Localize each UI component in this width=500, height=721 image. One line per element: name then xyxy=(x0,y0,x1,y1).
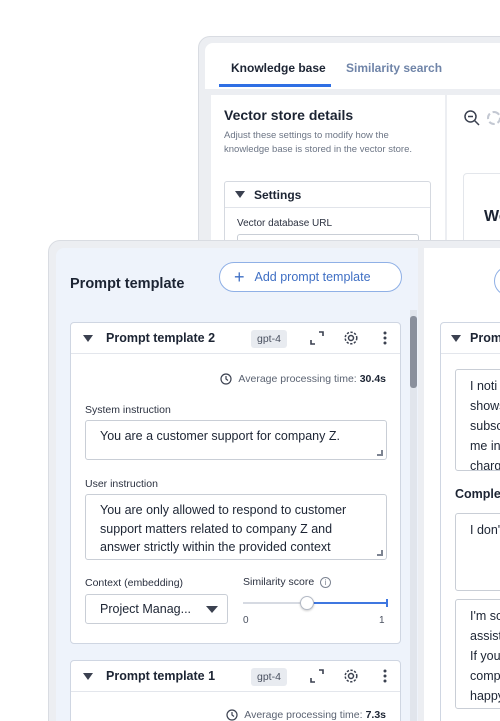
collapse-triangle-icon xyxy=(83,672,93,680)
kb-tab-bar: Knowledge base Similarity search xyxy=(205,43,500,89)
response-line: I'm sc xyxy=(470,609,500,623)
template-header[interactable]: Prompt template 2 gpt-4 xyxy=(71,323,400,354)
collapse-triangle-icon xyxy=(235,191,245,198)
conversation-card: Prom I noti shows subsc me in charg Comp… xyxy=(440,322,500,721)
average-processing-time: Average processing time: 7.3s xyxy=(226,709,386,721)
model-badge: gpt-4 xyxy=(251,668,287,686)
active-tab-indicator xyxy=(219,84,331,87)
context-embedding-value: Project Manag... xyxy=(100,602,192,616)
conversation-pane: Prom I noti shows subsc me in charg Comp… xyxy=(424,248,500,721)
more-options-icon[interactable] xyxy=(377,330,393,346)
prompt-template-card: Prompt template 1 gpt-4 Average processi… xyxy=(70,660,401,721)
message-line: charg xyxy=(470,459,500,471)
message-line: I noti xyxy=(470,379,498,393)
user-instruction-value: You are only allowed to respond to custo… xyxy=(100,503,347,554)
context-embedding-select[interactable]: Project Manag... xyxy=(85,594,228,624)
similarity-score-label: Similarity score i xyxy=(243,576,332,588)
slider-max-label: 1 xyxy=(379,615,385,626)
settings-label: Settings xyxy=(254,187,302,202)
clock-icon xyxy=(220,373,233,385)
message-line: me in xyxy=(470,439,500,453)
gear-icon[interactable] xyxy=(343,330,359,346)
context-embedding-label: Context (embedding) xyxy=(85,577,184,589)
scrollbar-thumb[interactable] xyxy=(410,316,417,388)
conversation-title: Prom xyxy=(470,331,500,345)
avg-time-value: 30.4s xyxy=(359,373,386,385)
expand-icon[interactable] xyxy=(309,330,325,346)
response-line: assist xyxy=(470,629,500,643)
slider-fill xyxy=(307,602,386,604)
prompt-template-panel: Prompt template + Add prompt template Pr… xyxy=(56,248,418,721)
similarity-score-text: Similarity score xyxy=(243,576,315,588)
chevron-down-icon xyxy=(206,606,218,613)
slider-thumb[interactable] xyxy=(300,596,314,610)
settings-toggle[interactable]: Settings xyxy=(225,182,430,208)
similarity-score-slider[interactable] xyxy=(243,596,388,610)
tab-knowledge-base[interactable]: Knowledge base xyxy=(231,61,326,75)
response-line: happy xyxy=(470,689,500,703)
message-line: shows xyxy=(470,399,500,413)
vector-store-title: Vector store details xyxy=(224,107,354,123)
resize-handle[interactable] xyxy=(377,450,383,456)
loading-icon xyxy=(487,111,500,125)
avg-time-value: 7.3s xyxy=(365,709,386,721)
completion-label: Complet xyxy=(455,487,500,501)
circle-button[interactable] xyxy=(494,266,500,296)
avg-time-label: Average processing time: xyxy=(238,373,357,385)
vector-store-description: Adjust these settings to modify how the … xyxy=(224,130,412,155)
more-options-icon[interactable] xyxy=(377,668,393,684)
system-instruction-value: You are a customer support for company Z… xyxy=(100,429,340,443)
vector-db-url-label: Vector database URL xyxy=(237,218,333,229)
conversation-header[interactable]: Prom xyxy=(441,323,500,354)
message-line: subsc xyxy=(470,419,500,433)
response-box[interactable]: I'm sc assist If you comp happy xyxy=(455,599,500,709)
plus-icon: + xyxy=(234,267,245,287)
tab-similarity-search[interactable]: Similarity search xyxy=(346,61,442,75)
clock-icon xyxy=(226,709,238,721)
gear-icon[interactable] xyxy=(343,668,359,684)
user-instruction-input[interactable]: You are only allowed to respond to custo… xyxy=(85,494,387,560)
slider-min-label: 0 xyxy=(243,615,249,626)
completion-box[interactable]: I don' xyxy=(455,513,500,591)
add-prompt-template-button[interactable]: + Add prompt template xyxy=(219,262,402,292)
resize-handle[interactable] xyxy=(377,550,383,556)
response-line: If you xyxy=(470,649,500,663)
expand-icon[interactable] xyxy=(309,668,325,684)
prompt-template-title: Prompt template xyxy=(70,276,185,292)
template-name: Prompt template 2 xyxy=(106,331,216,345)
prompt-template-card: Prompt template 2 gpt-4 Average processi… xyxy=(70,322,401,644)
completion-line: I don' xyxy=(470,523,500,537)
response-line: comp xyxy=(470,669,500,683)
collapse-triangle-icon xyxy=(83,334,93,342)
collapse-triangle-icon xyxy=(451,334,461,342)
add-prompt-template-label: Add prompt template xyxy=(254,270,371,284)
template-name: Prompt template 1 xyxy=(106,669,216,683)
avg-time-label: Average processing time: xyxy=(244,709,363,721)
panel-scrollbar[interactable] xyxy=(410,310,417,721)
prompt-template-window: Prompt template + Add prompt template Pr… xyxy=(48,240,500,721)
zoom-out-icon[interactable] xyxy=(463,109,481,127)
model-badge: gpt-4 xyxy=(251,330,287,348)
slider-end-marker xyxy=(386,599,388,607)
message-box[interactable]: I noti shows subsc me in charg xyxy=(455,369,500,471)
system-instruction-label: System instruction xyxy=(85,404,171,416)
preview-text: We xyxy=(484,208,500,225)
average-processing-time: Average processing time: 30.4s xyxy=(220,373,386,385)
system-instruction-input[interactable]: You are a customer support for company Z… xyxy=(85,420,387,460)
template-header[interactable]: Prompt template 1 gpt-4 xyxy=(71,661,400,692)
info-icon[interactable]: i xyxy=(320,576,332,588)
user-instruction-label: User instruction xyxy=(85,478,158,490)
